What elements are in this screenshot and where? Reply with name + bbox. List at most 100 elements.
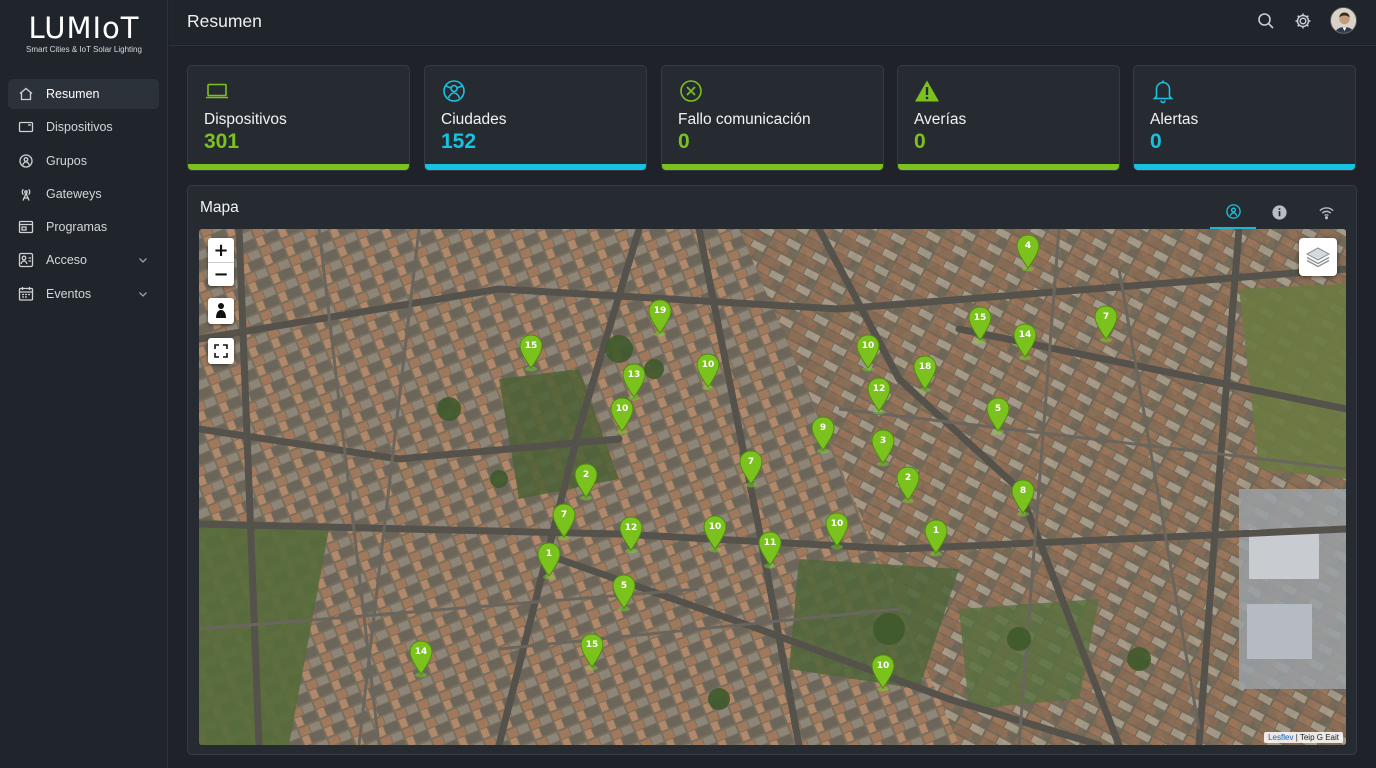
fullscreen-button[interactable] — [208, 338, 234, 364]
map-pin-icon — [867, 377, 891, 415]
map-marker-count: 13 — [627, 370, 641, 380]
map-marker[interactable]: 14 — [1012, 323, 1038, 361]
map-marker[interactable]: 15 — [967, 306, 993, 344]
stat-accent-bar — [425, 164, 646, 170]
search-icon[interactable] — [1256, 11, 1276, 31]
stat-accent-bar — [188, 164, 409, 170]
stat-accent-bar — [662, 164, 883, 170]
map-marker[interactable]: 10 — [855, 334, 881, 372]
stat-card-averias[interactable]: Averías 0 — [897, 65, 1120, 171]
map-marker[interactable]: 3 — [870, 429, 896, 467]
map-marker[interactable]: 2 — [895, 466, 921, 504]
map-marker[interactable]: 7 — [1093, 305, 1119, 343]
map-marker-count: 10 — [830, 519, 844, 529]
map-marker[interactable]: 10 — [870, 654, 896, 692]
map-marker[interactable]: 13 — [621, 363, 647, 401]
device-icon — [18, 119, 34, 135]
stat-card-fallo-comunicacion[interactable]: Fallo comunicación 0 — [661, 65, 884, 171]
map-pin-icon — [552, 503, 576, 541]
map-marker[interactable]: 7 — [738, 450, 764, 488]
map-pin-icon — [811, 416, 835, 454]
map-marker-count: 2 — [904, 473, 912, 483]
zoom-control: + − — [208, 238, 234, 286]
antenna-icon — [18, 186, 34, 202]
map-marker[interactable]: 5 — [611, 574, 637, 612]
sidebar-item-acceso[interactable]: Acceso — [8, 245, 159, 275]
map-marker-count: 9 — [819, 423, 827, 433]
stat-value: 0 — [1150, 130, 1162, 153]
tab-info[interactable] — [1256, 195, 1302, 229]
chevron-down-icon[interactable] — [137, 288, 149, 300]
map-marker[interactable]: 7 — [551, 503, 577, 541]
map-marker-count: 10 — [615, 404, 629, 414]
map-marker[interactable]: 15 — [579, 633, 605, 671]
stat-card-dispositivos[interactable]: Dispositivos 301 — [187, 65, 410, 171]
map-marker[interactable]: 2 — [573, 463, 599, 501]
city-icon — [443, 80, 465, 102]
gear-icon[interactable] — [1293, 11, 1313, 31]
layers-icon — [1306, 247, 1330, 268]
top-header: Resumen — [169, 0, 1376, 46]
map-marker[interactable]: 10 — [695, 353, 721, 391]
circle-x-icon — [680, 80, 702, 102]
map-pin-icon — [612, 574, 636, 612]
map-marker[interactable]: 10 — [824, 512, 850, 550]
map-marker-count: 5 — [994, 404, 1002, 414]
tab-connectivity[interactable] — [1303, 195, 1349, 229]
fullscreen-icon — [214, 344, 228, 358]
map-marker-count: 14 — [414, 647, 428, 657]
map-marker[interactable]: 11 — [757, 531, 783, 569]
chevron-down-icon[interactable] — [137, 254, 149, 266]
tab-map[interactable] — [1210, 195, 1256, 229]
map-pin-icon — [703, 515, 727, 553]
layer-switcher-button[interactable] — [1299, 238, 1337, 276]
map-marker-count: 7 — [747, 457, 755, 467]
map-panel: Mapa + − 4 19 15 15 14 7 10 13 10 10 18 … — [187, 185, 1357, 755]
brand-logo[interactable]: LUMIoT Smart Cities & IoT Solar Lighting — [0, 12, 168, 54]
map-marker[interactable]: 9 — [810, 416, 836, 454]
map-marker-count: 11 — [763, 538, 777, 548]
stat-card-alertas[interactable]: Alertas 0 — [1133, 65, 1356, 171]
home-icon — [18, 86, 34, 102]
sidebar-item-gateweys[interactable]: Gateweys — [8, 179, 159, 209]
map-pin-icon — [986, 397, 1010, 435]
map-marker[interactable]: 18 — [912, 355, 938, 393]
map-marker[interactable]: 1 — [536, 542, 562, 580]
map-pin-icon — [1013, 323, 1037, 361]
avatar[interactable] — [1330, 7, 1357, 34]
sidebar-item-eventos[interactable]: Eventos — [8, 279, 159, 309]
map-marker[interactable]: 10 — [702, 515, 728, 553]
map-marker[interactable]: 8 — [1010, 479, 1036, 517]
map-marker-count: 10 — [701, 360, 715, 370]
map-marker[interactable]: 14 — [408, 640, 434, 678]
groups-icon — [18, 153, 34, 169]
map-marker-count: 10 — [861, 341, 875, 351]
stat-value: 0 — [914, 130, 926, 153]
map-marker[interactable]: 1 — [923, 519, 949, 557]
map-marker[interactable]: 10 — [609, 397, 635, 435]
map-viewport[interactable]: + − 4 19 15 15 14 7 10 13 10 10 18 12 5 9 3 7 2 2 8 7 12 10 10… — [199, 229, 1346, 745]
map-marker[interactable]: 19 — [647, 299, 673, 337]
map-marker-count: 4 — [1024, 241, 1032, 251]
zoom-in-button[interactable]: + — [208, 238, 234, 262]
map-marker[interactable]: 15 — [518, 334, 544, 372]
stat-card-ciudades[interactable]: Ciudades 152 — [424, 65, 647, 171]
map-marker[interactable]: 12 — [866, 377, 892, 415]
map-marker[interactable]: 5 — [985, 397, 1011, 435]
zoom-out-button[interactable]: − — [208, 262, 234, 286]
attribution-link[interactable]: Lesflev — [1268, 733, 1293, 742]
map-marker[interactable]: 12 — [618, 516, 644, 554]
attribution-text: Teip G Eait — [1299, 733, 1339, 742]
map-marker[interactable]: 4 — [1015, 234, 1041, 272]
map-pin-icon — [739, 450, 763, 488]
sidebar-item-resumen[interactable]: Resumen — [8, 79, 159, 109]
sidebar-item-label: Grupos — [46, 153, 87, 168]
sidebar-item-programas[interactable]: Programas — [8, 212, 159, 242]
street-view-button[interactable] — [208, 298, 234, 324]
access-icon — [18, 252, 34, 268]
map-marker-count: 1 — [932, 526, 940, 536]
sidebar-item-label: Programas — [46, 220, 108, 235]
sidebar-item-dispositivos[interactable]: Dispositivos — [8, 112, 159, 142]
sidebar-item-grupos[interactable]: Grupos — [8, 146, 159, 176]
stat-accent-bar — [1134, 164, 1355, 170]
